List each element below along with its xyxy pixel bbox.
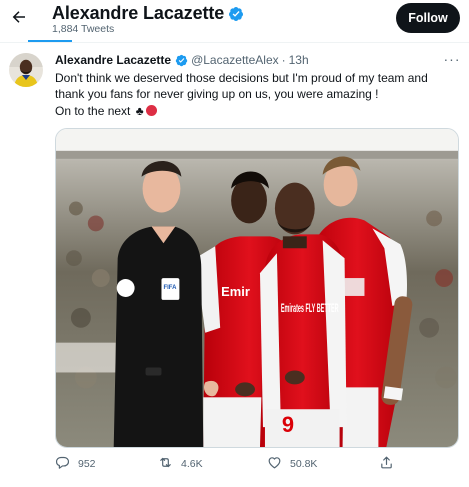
tweet-text-line-last: On to the next ♣ xyxy=(55,103,461,119)
verified-badge-icon xyxy=(228,6,244,22)
tweet-timestamp[interactable]: 13h xyxy=(289,53,309,67)
shirt-sponsor-text: Emirates FLY BETTER xyxy=(281,301,339,315)
profile-title-row: Alexandre Lacazette xyxy=(52,3,244,24)
like-button[interactable]: 50.8K xyxy=(267,455,317,473)
separator-dot: · xyxy=(281,53,286,67)
back-button[interactable] xyxy=(6,6,32,32)
tweet-header: Alexandre Lacazette @LacazetteAlex · 13h xyxy=(55,53,309,67)
share-icon xyxy=(379,455,402,473)
verified-badge-icon xyxy=(175,54,188,67)
retweet-icon xyxy=(158,455,181,473)
tweet-photo[interactable]: Emir Emirates FLY BETTER 9 FIFA xyxy=(55,128,459,448)
profile-header: Alexandre Lacazette 1,884 Tweets Follow xyxy=(0,0,469,42)
tweet-count: 1,884 Tweets xyxy=(52,23,115,35)
like-count: 50.8K xyxy=(290,458,318,470)
avatar[interactable] xyxy=(9,53,43,87)
follow-button[interactable]: Follow xyxy=(396,3,460,33)
profile-name-title: Alexandre Lacazette xyxy=(52,3,225,23)
club-suit-icon: ♣ xyxy=(135,103,144,118)
tweet-text-line: thank you fans for never giving up on us… xyxy=(55,87,379,102)
author-name[interactable]: Alexandre Lacazette xyxy=(55,53,171,67)
referee-badge: FIFA xyxy=(163,285,177,291)
share-button[interactable] xyxy=(379,455,402,473)
retweet-count: 4.6K xyxy=(181,458,203,470)
shirt-number: 9 xyxy=(282,412,294,437)
heart-icon xyxy=(267,455,290,473)
more-options-button[interactable]: ··· xyxy=(441,51,463,67)
retweet-button[interactable]: 4.6K xyxy=(158,455,203,473)
tweet-actions: 952 4.6K 50.8K xyxy=(55,455,459,475)
reply-count: 952 xyxy=(78,458,96,470)
more-dots-icon: ··· xyxy=(443,51,461,67)
reply-button[interactable]: 952 xyxy=(55,455,96,473)
tweet-text-line: Don't think we deserved those decisions … xyxy=(55,71,428,85)
tweet-text-segment: On to the next xyxy=(55,103,131,118)
shirt-sponsor-text: Emir xyxy=(221,284,250,299)
author-handle[interactable]: @LacazetteAlex xyxy=(191,53,279,67)
header-divider xyxy=(0,42,469,43)
tweet-text: Don't think we deserved those decisions … xyxy=(55,70,461,119)
reply-icon xyxy=(55,455,78,473)
red-circle-icon xyxy=(145,104,157,116)
arrow-left-icon xyxy=(10,8,28,31)
